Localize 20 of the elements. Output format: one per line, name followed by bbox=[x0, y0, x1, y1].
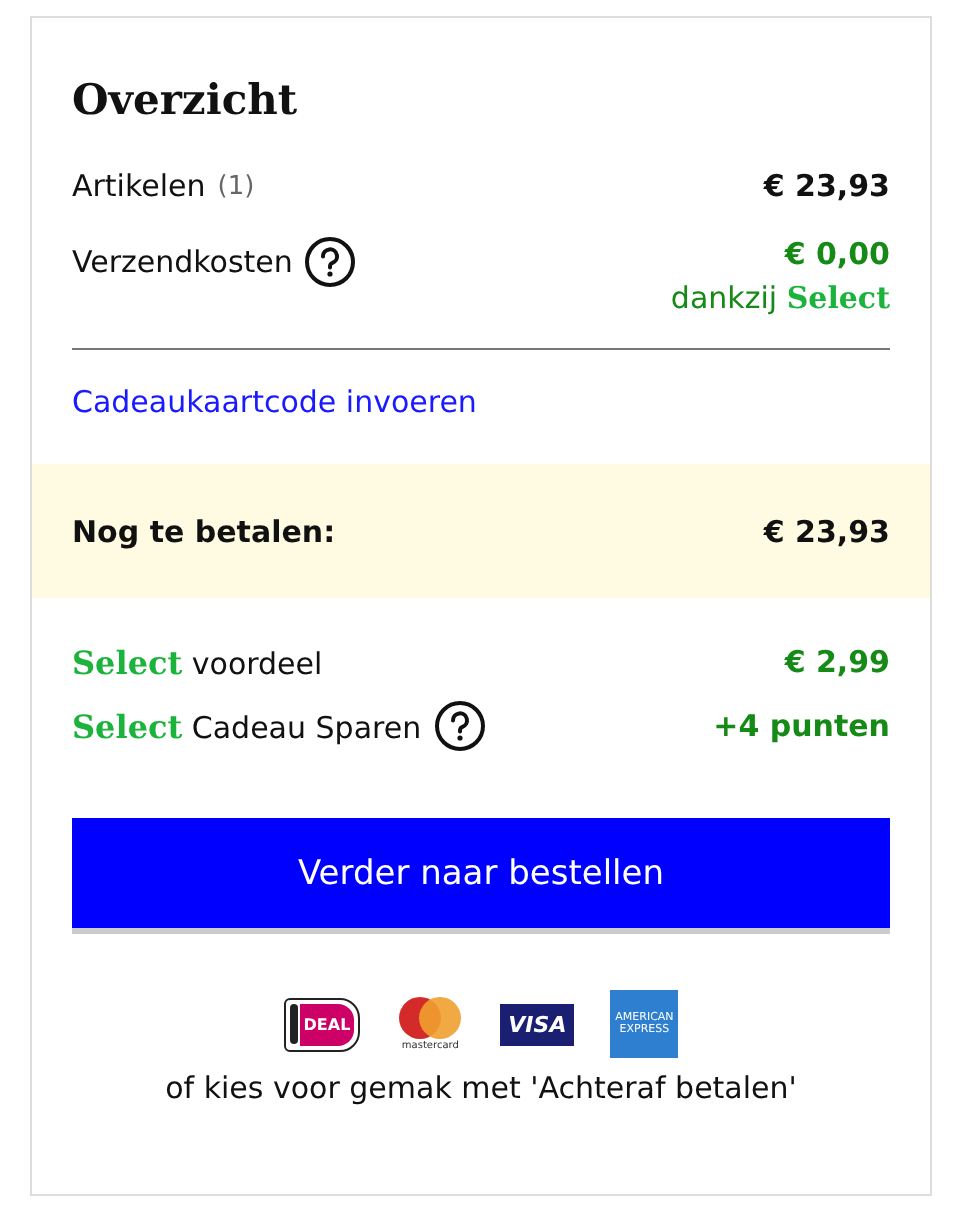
benefit-label: Select Cadeau Sparen bbox=[72, 707, 422, 745]
visa-logo: VISA bbox=[500, 1003, 575, 1045]
total-amount: € 23,93 bbox=[763, 513, 890, 549]
gift-card-link[interactable]: Cadeaukaartcode invoeren bbox=[72, 384, 477, 420]
line-amount: € 0,00 bbox=[784, 236, 890, 272]
footer-note: of kies voor gemak met 'Achteraf betalen' bbox=[163, 1070, 799, 1106]
summary-title: Overzicht bbox=[72, 74, 300, 124]
total-label: Nog te betalen: bbox=[72, 513, 336, 549]
line-label: Artikelen bbox=[72, 168, 206, 204]
help-icon[interactable] bbox=[304, 236, 357, 288]
line-label: Verzendkosten bbox=[72, 244, 293, 280]
benefit-value: € 2,99 bbox=[784, 644, 890, 680]
checkout-button[interactable]: Verder naar bestellen bbox=[72, 818, 890, 934]
discount-note: dankzij Select bbox=[670, 280, 890, 316]
help-icon[interactable] bbox=[433, 700, 486, 752]
benefit-label: Select voordeel bbox=[72, 643, 323, 681]
line-amount: € 23,93 bbox=[763, 168, 890, 204]
ideal-logo: DEAL bbox=[283, 997, 361, 1051]
item-count: (1) bbox=[217, 171, 255, 201]
benefit-value: +4 punten bbox=[713, 708, 890, 744]
